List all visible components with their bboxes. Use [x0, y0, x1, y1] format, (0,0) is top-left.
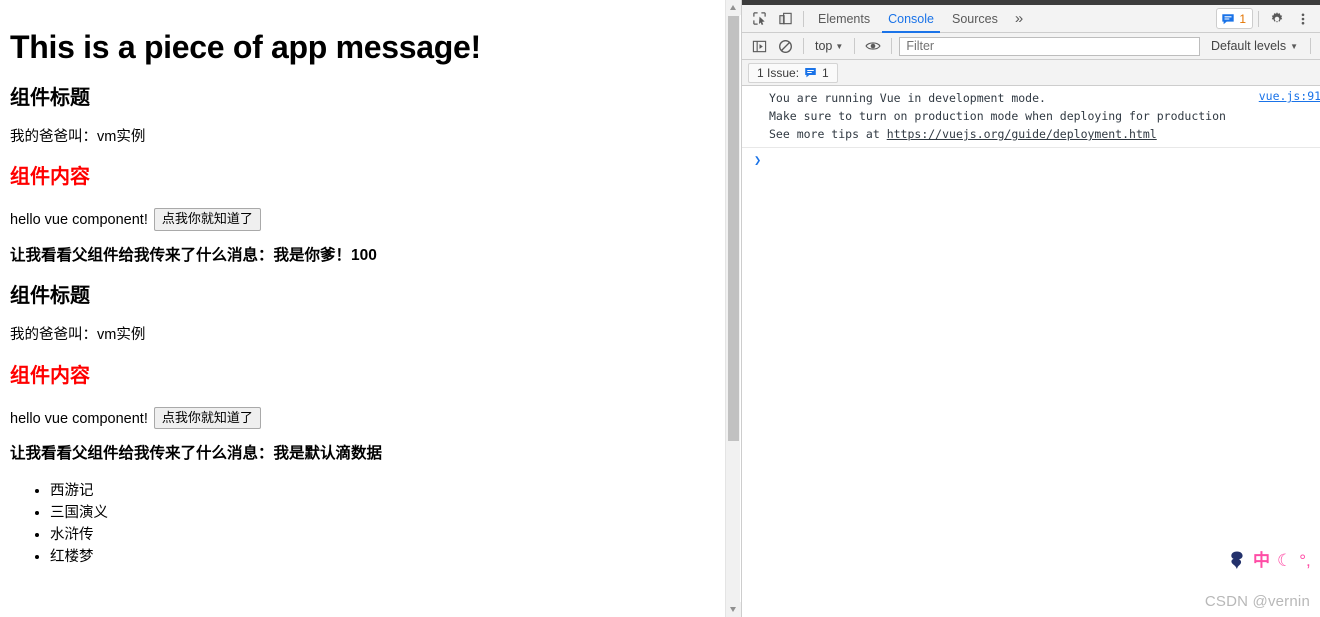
ime-floating-toolbar[interactable]: 中 ☾ °,	[1228, 548, 1311, 572]
ime-more-icon[interactable]: °,	[1299, 552, 1311, 569]
issues-badge-button[interactable]: 1	[1216, 8, 1253, 29]
issues-chip-button[interactable]: 1 Issue: 1	[748, 62, 838, 83]
filter-divider-4	[1310, 38, 1311, 54]
chevron-down-icon: ▼	[835, 41, 844, 51]
console-prompt-row[interactable]: ❯	[742, 148, 1320, 168]
issues-chip-count: 1	[822, 65, 829, 80]
execution-context-select[interactable]: top ▼	[809, 37, 849, 55]
app-message-heading: This is a piece of app message!	[10, 29, 481, 65]
filter-divider-3	[891, 38, 893, 54]
console-source-link[interactable]: vue.js:910	[1259, 89, 1320, 103]
settings-button[interactable]	[1264, 7, 1290, 31]
console-line-2: Make sure to turn on production mode whe…	[769, 109, 1226, 123]
toolbar-divider-2	[1258, 10, 1259, 27]
log-levels-value: Default levels	[1211, 39, 1287, 53]
component-title: 组件标题	[10, 86, 90, 109]
console-message: vue.js:910 You are running Vue in develo…	[742, 86, 1320, 148]
triangle-up-icon	[730, 5, 736, 10]
device-toolbar-button[interactable]	[772, 7, 798, 31]
more-options-button[interactable]	[1290, 7, 1316, 31]
filter-divider-1	[803, 38, 804, 54]
tab-sources[interactable]: Sources	[943, 5, 1007, 33]
scrollbar-up-arrow[interactable]	[726, 0, 741, 15]
component-block-1: 组件标题 我的爸爸叫：vm实例 组件内容 hello vue component…	[10, 87, 715, 266]
component-parent-line: 我的爸爸叫：vm实例	[10, 128, 146, 145]
live-expression-icon	[865, 42, 881, 50]
list-item: 三国演义	[50, 502, 715, 524]
execution-context-value: top	[815, 39, 833, 53]
scrollbar-down-arrow[interactable]	[726, 602, 741, 617]
page-scrollbar[interactable]	[725, 0, 741, 617]
console-line-1: You are running Vue in development mode.	[769, 91, 1046, 105]
component-hello-text: hello vue component!	[10, 410, 148, 427]
inspect-element-icon	[752, 12, 766, 25]
component-title: 组件标题	[10, 285, 90, 308]
settings-gear-icon	[1271, 11, 1283, 23]
component-content-heading: 组件内容	[10, 166, 90, 189]
chevron-down-icon: ▼	[1290, 41, 1298, 51]
toolbar-divider	[803, 10, 804, 27]
scrollbar-thumb[interactable]	[728, 16, 739, 441]
issues-strip: 1 Issue: 1	[742, 60, 1320, 86]
console-output: vue.js:910 You are running Vue in develo…	[742, 86, 1320, 614]
list-item: 水浒传	[50, 524, 715, 546]
devtools-toolbar: Elements Console Sources » 1	[742, 5, 1320, 33]
issues-chip-label: 1 Issue:	[757, 65, 800, 80]
console-line-3-prefix: See more tips at	[769, 127, 887, 141]
tab-elements[interactable]: Elements	[809, 5, 879, 33]
filter-divider-2	[854, 38, 856, 54]
vue-deployment-link[interactable]: https://vuejs.org/guide/deployment.html	[887, 127, 1157, 141]
live-expression-button[interactable]	[860, 34, 886, 58]
screen-root: This is a piece of app message! 组件标题 我的爸…	[0, 0, 1320, 617]
component-hello-row: hello vue component! 点我你就知道了	[10, 406, 715, 430]
log-levels-select[interactable]: Default levels ▼	[1204, 37, 1305, 55]
component-hello-text: hello vue component!	[10, 212, 148, 229]
inspect-element-button[interactable]	[746, 7, 772, 31]
triangle-down-icon	[730, 607, 736, 612]
component-message-line: 让我看看父组件给我传来了什么消息：我是你爹！100	[10, 246, 377, 264]
console-message-body: You are running Vue in development mode.…	[742, 89, 1320, 143]
component-block-2: 组件标题 我的爸爸叫：vm实例 组件内容 hello vue component…	[10, 285, 715, 464]
moon-icon[interactable]: ☾	[1277, 552, 1292, 569]
more-tabs-button[interactable]: »	[1007, 5, 1031, 33]
clear-console-button[interactable]	[772, 34, 798, 58]
ime-language-mode[interactable]: 中	[1253, 552, 1270, 569]
console-filter-input[interactable]	[899, 36, 1201, 56]
device-toolbar-icon	[778, 12, 792, 25]
devtools-panel: Elements Console Sources » 1 top ▼ Filte…	[741, 0, 1320, 617]
console-filter-toolbar: top ▼ Default levels ▼	[742, 33, 1320, 60]
component-hello-row: hello vue component! 点我你就知道了	[10, 208, 715, 231]
console-prompt-caret: ❯	[754, 153, 762, 167]
issues-speech-bubble-icon	[1222, 13, 1234, 24]
sogou-ime-logo-icon[interactable]	[1228, 550, 1246, 570]
component-action-button[interactable]: 点我你就知道了	[153, 208, 261, 231]
page-content: This is a piece of app message! 组件标题 我的爸…	[0, 0, 725, 568]
component-content-heading: 组件内容	[10, 364, 90, 387]
book-list: 西游记三国演义水浒传红楼梦	[10, 480, 715, 568]
component-action-button[interactable]: 点我你就知道了	[153, 406, 261, 430]
watermark: CSDN @vernin	[1204, 593, 1310, 610]
issues-speech-bubble-icon	[805, 68, 816, 78]
list-item: 红楼梦	[50, 546, 715, 568]
component-message-line: 让我看看父组件给我传来了什么消息：我是默认滴数据	[10, 445, 383, 463]
console-sidebar-toggle-button[interactable]	[746, 34, 772, 58]
list-item: 西游记	[50, 480, 715, 502]
issues-count: 1	[1239, 11, 1246, 26]
page-viewport: This is a piece of app message! 组件标题 我的爸…	[0, 0, 725, 617]
component-parent-line: 我的爸爸叫：vm实例	[10, 327, 146, 344]
console-sidebar-icon	[752, 40, 766, 52]
kebab-menu-icon	[1301, 12, 1305, 25]
tab-console[interactable]: Console	[879, 5, 943, 33]
clear-console-icon	[778, 39, 792, 53]
